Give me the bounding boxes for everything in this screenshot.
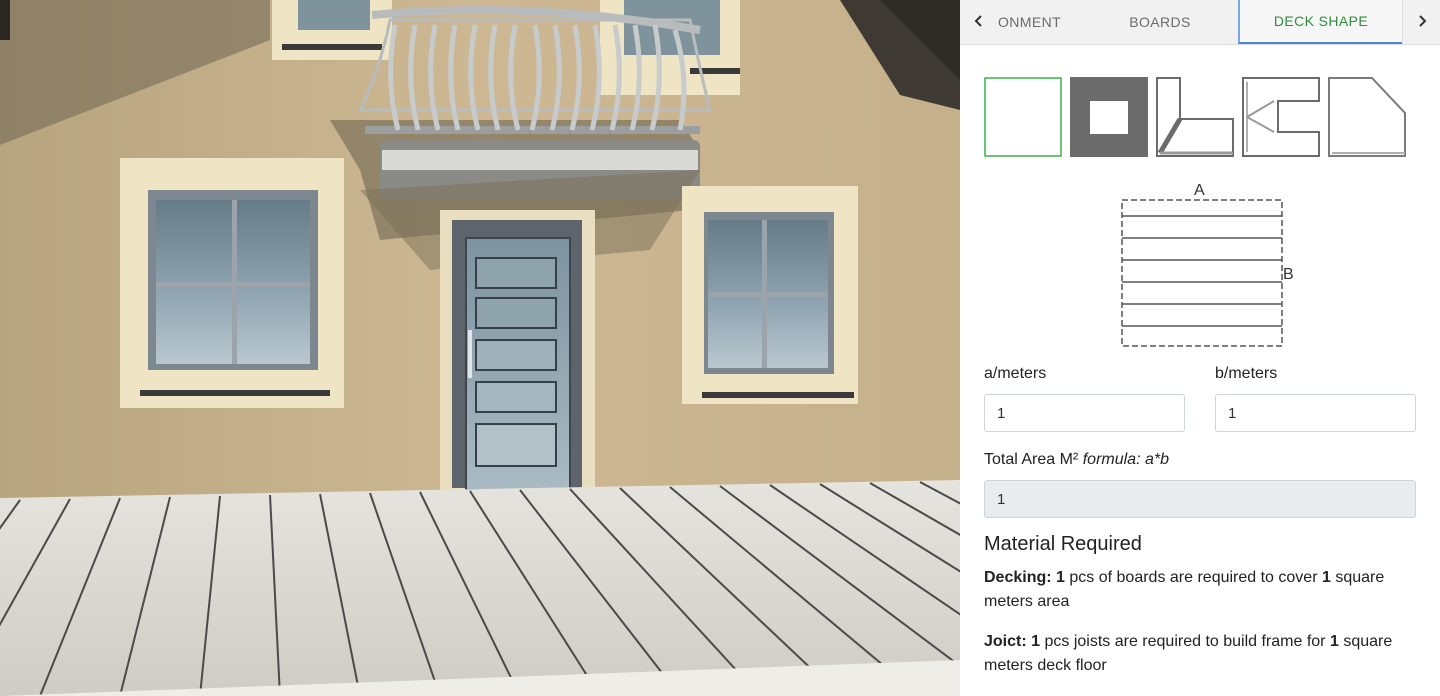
diagram-label-a: A xyxy=(1194,182,1205,199)
total-area-text: Total Area M² xyxy=(984,451,1079,468)
decking-area: 1 xyxy=(1321,569,1331,586)
shape-option-l[interactable] xyxy=(1156,77,1234,157)
diagram-label-b: B xyxy=(1283,266,1294,283)
chevron-left-icon xyxy=(974,14,984,30)
shape-option-u[interactable] xyxy=(1242,77,1320,157)
tab-deck-shape[interactable]: DECK SHAPE xyxy=(1238,0,1402,44)
shape-option-cut-corner[interactable] xyxy=(1328,77,1406,157)
decking-text-1: pcs of boards are required to cover xyxy=(1069,569,1318,586)
a-meters-label: a/meters xyxy=(984,365,1047,382)
decking-count: 1 xyxy=(1056,569,1065,586)
deck-dimension-diagram: A B xyxy=(1116,178,1306,356)
a-meters-input[interactable] xyxy=(984,394,1185,432)
cut-corner-shape-icon xyxy=(1328,77,1406,157)
config-panel: ONMENT BOARDS DECK SHAPE A B a/meters 1 … xyxy=(960,0,1440,696)
tab-environment[interactable]: ONMENT xyxy=(990,0,1120,44)
decking-requirement: Decking: 1 pcs of boards are required to… xyxy=(984,566,1424,614)
total-area-label: Total Area M² formula: a*b xyxy=(984,451,1169,469)
tab-boards[interactable]: BOARDS xyxy=(1110,0,1210,44)
deck-3d-viewport[interactable] xyxy=(0,0,960,696)
chevron-right-icon xyxy=(1417,14,1427,30)
shape-option-square[interactable] xyxy=(984,77,1062,157)
material-required-heading: Material Required xyxy=(984,533,1142,555)
joist-count: 1 xyxy=(1031,633,1041,650)
window-left xyxy=(120,158,344,408)
total-area-output xyxy=(984,480,1416,518)
window-right xyxy=(682,186,858,404)
deck-surface xyxy=(0,480,960,696)
total-area-formula: formula: a*b xyxy=(1082,451,1169,468)
decking-label: Decking: xyxy=(984,569,1052,586)
u-shape-icon xyxy=(1242,77,1320,157)
joist-text-1: pcs joists are required to build frame f… xyxy=(1044,633,1326,650)
tab-bar: ONMENT BOARDS DECK SHAPE xyxy=(960,0,1440,45)
b-meters-input[interactable] xyxy=(1215,394,1416,432)
joist-requirement: Joict: 1 pcs joists are required to buil… xyxy=(984,630,1424,678)
front-door[interactable] xyxy=(465,237,571,491)
tab-next-button[interactable] xyxy=(1402,0,1440,44)
square-shape-icon xyxy=(984,77,1062,157)
shape-option-frame[interactable] xyxy=(1070,77,1148,157)
deck-shape-options xyxy=(984,77,1406,157)
b-meters-label: b/meters xyxy=(1215,365,1278,382)
joist-label: Joict: xyxy=(984,633,1027,650)
frame-shape-icon xyxy=(1070,77,1148,157)
l-shape-icon xyxy=(1156,77,1234,157)
joist-area: 1 xyxy=(1329,633,1339,650)
